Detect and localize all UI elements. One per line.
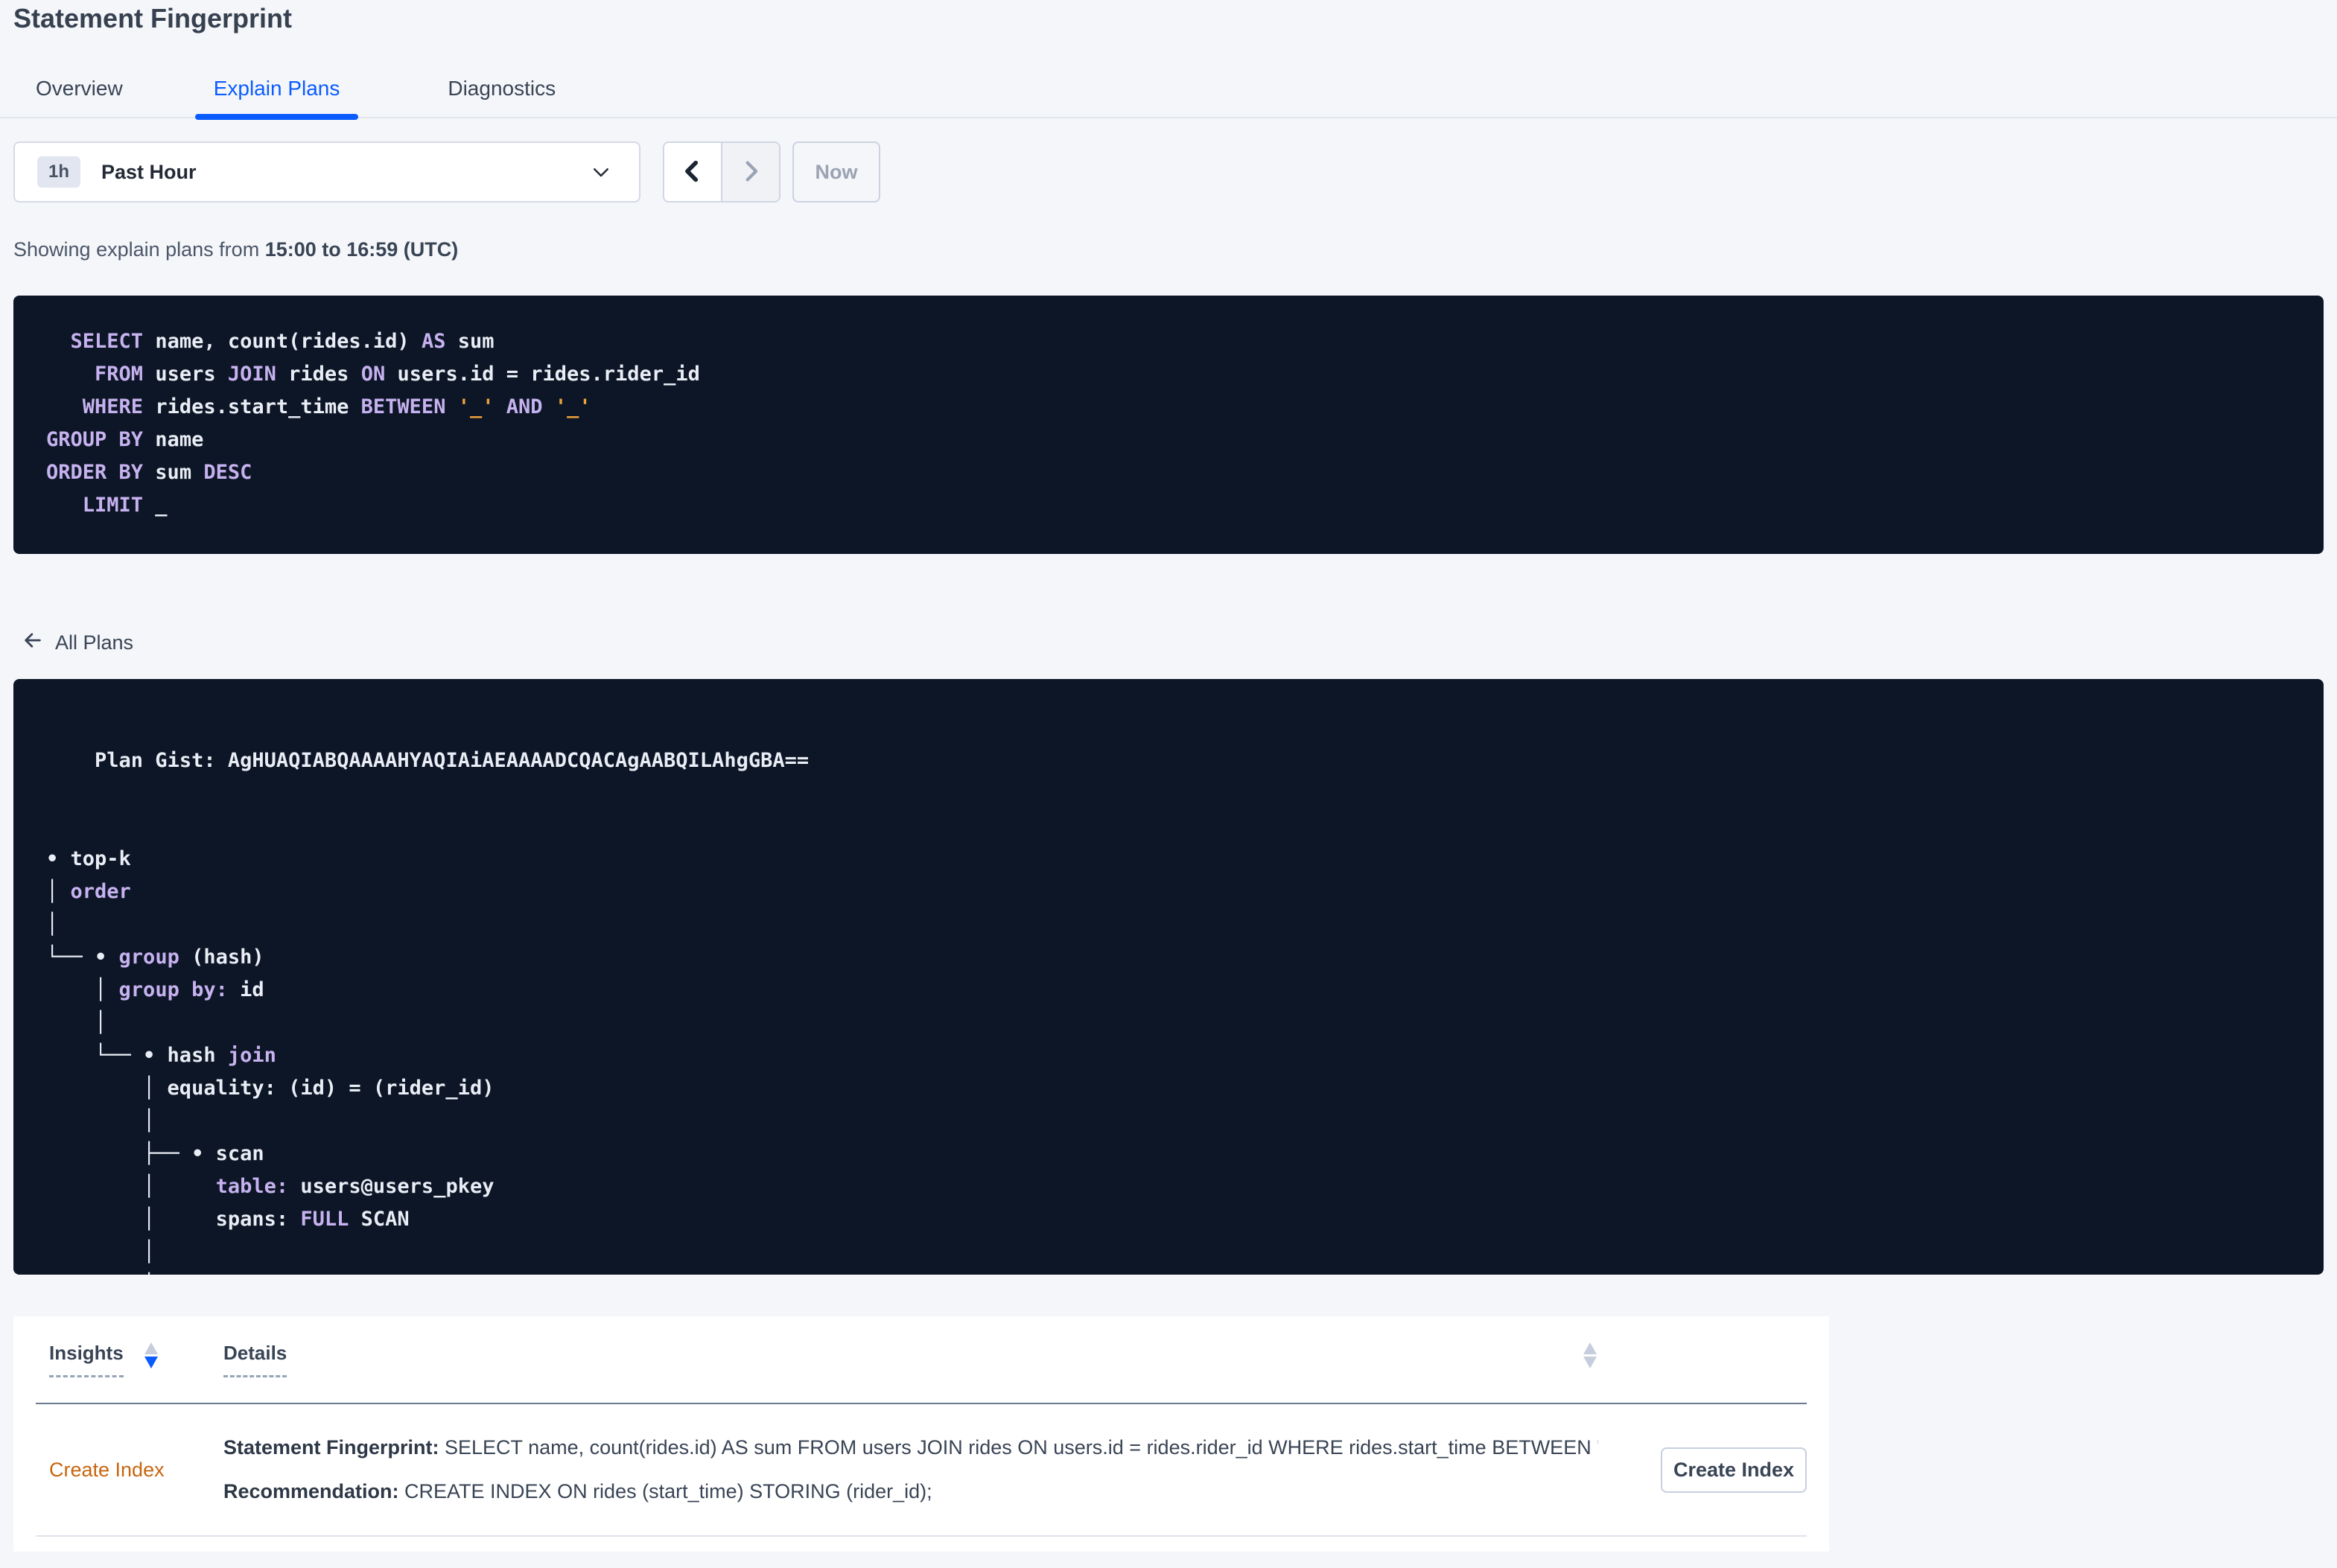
showing-range-text: Showing explain plans from 15:00 to 16:5… xyxy=(13,238,458,261)
showing-range-prefix: Showing explain plans from xyxy=(13,238,265,261)
plan-gist-spacer xyxy=(46,810,2324,843)
create-index-button[interactable]: Create Index xyxy=(1661,1447,1807,1493)
recommendation-detail: Recommendation: CREATE INDEX ON rides (s… xyxy=(223,1479,1598,1504)
details-column-header[interactable]: Details xyxy=(223,1342,1598,1377)
chevron-down-icon xyxy=(590,161,612,183)
insights-column-header[interactable]: Insights xyxy=(36,1342,223,1377)
insights-header-label: Insights xyxy=(49,1342,124,1377)
recommendation-detail-value: CREATE INDEX ON rides (start_time) STORI… xyxy=(398,1480,932,1502)
statement-fingerprint-detail-label: Statement Fingerprint: xyxy=(223,1436,439,1459)
all-plans-label: All Plans xyxy=(55,631,134,654)
statement-fingerprint-detail: Statement Fingerprint: SELECT name, coun… xyxy=(223,1435,1598,1460)
statement-fingerprint-detail-value: SELECT name, count(rides.id) AS sum FROM… xyxy=(439,1436,1598,1459)
insights-table-card: Insights Details Create Index Statement … xyxy=(13,1316,1829,1552)
insight-type-link[interactable]: Create Index xyxy=(49,1459,165,1481)
now-button[interactable]: Now xyxy=(792,141,880,203)
previous-time-button[interactable] xyxy=(664,143,721,201)
plan-gist-value: AgHUAQIABQAAAAHYAQIAiAEAAAADCQACAgAABQIL… xyxy=(227,749,810,772)
time-range-badge: 1h xyxy=(37,156,81,188)
arrow-left-icon xyxy=(22,630,43,656)
recommendation-detail-label: Recommendation: xyxy=(223,1480,399,1502)
sort-arrows-icon[interactable] xyxy=(143,1342,159,1368)
showing-range-value: 15:00 to 16:59 (UTC) xyxy=(264,238,459,261)
sql-fingerprint-panel: SELECT name, count(rides.id) AS sum FROM… xyxy=(13,296,2324,554)
tab-explain-plans[interactable]: Explain Plans xyxy=(194,71,359,120)
chevron-left-icon xyxy=(680,159,705,186)
tab-overview[interactable]: Overview xyxy=(17,71,142,118)
time-nav-group xyxy=(663,141,780,203)
tab-diagnostics[interactable]: Diagnostics xyxy=(429,71,574,118)
tab-diagnostics-label: Diagnostics xyxy=(448,77,556,100)
plan-gist-panel: Plan Gist: AgHUAQIABQAAAAHYAQIAiAEAAAADC… xyxy=(13,679,2324,1275)
time-range-selector[interactable]: 1h Past Hour xyxy=(13,141,640,203)
plan-tree: • top-k │ order │ └── • group (hash) │ grou… xyxy=(46,847,495,1275)
active-tab-indicator xyxy=(194,114,359,120)
details-header-label: Details xyxy=(223,1342,287,1377)
table-row: Create Index Statement Fingerprint: SELE… xyxy=(36,1404,1807,1537)
tab-overview-label: Overview xyxy=(36,77,123,100)
time-range-label: Past Hour xyxy=(101,160,197,183)
sort-arrows-icon[interactable] xyxy=(1582,1342,1598,1368)
tab-explain-plans-label: Explain Plans xyxy=(213,77,340,100)
next-time-button[interactable] xyxy=(721,143,779,201)
page-title: Statement Fingerprint xyxy=(13,3,293,34)
insights-table-header: Insights Details xyxy=(36,1316,1807,1403)
all-plans-back-link[interactable]: All Plans xyxy=(22,630,133,656)
chevron-right-icon xyxy=(738,159,763,186)
tab-bar: Overview Explain Plans Diagnostics xyxy=(0,71,2337,120)
plan-gist-label: Plan Gist: xyxy=(95,749,228,772)
plan-gist-line: Plan Gist: AgHUAQIABQAAAAHYAQIAiAEAAAADC… xyxy=(46,712,2324,810)
